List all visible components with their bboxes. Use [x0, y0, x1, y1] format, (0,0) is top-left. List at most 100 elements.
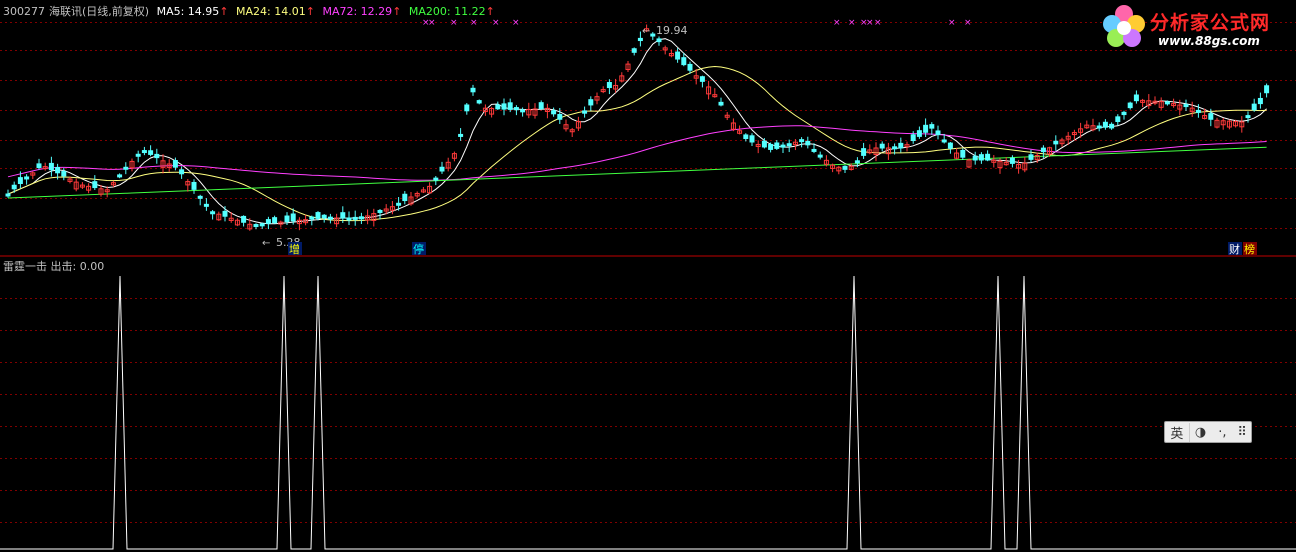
candle-body [551, 110, 557, 115]
candle-body [631, 48, 637, 53]
candle-body [148, 150, 154, 155]
candle-body [916, 130, 922, 137]
candle-body [1127, 102, 1133, 109]
candle-body [1195, 109, 1201, 113]
candle-body [786, 143, 792, 147]
ime-toolbar[interactable]: 英 ◑ ·, ⠿ [1164, 421, 1252, 443]
candle-body [817, 154, 823, 158]
stock-chart[interactable]: ××××××××××××× 19.94 5.28 ← ← 增 停 财 榜 [0, 0, 1296, 552]
candle-body [898, 142, 904, 149]
low-arrow: ← [262, 238, 270, 249]
candle-body [172, 160, 178, 168]
candlesticks[interactable] [5, 24, 1270, 231]
candle-body [972, 155, 978, 161]
candle-body [1009, 157, 1015, 164]
indicator-value: 出击: 0.00 [50, 260, 105, 273]
candle-body [1053, 140, 1059, 145]
candle-body [117, 174, 123, 178]
candle-body [606, 82, 612, 89]
candle-body [1208, 113, 1214, 120]
candle-body [402, 193, 408, 202]
candle-body [935, 130, 941, 136]
candle-body [377, 209, 383, 213]
candle-body [253, 224, 259, 228]
ma200-line [7, 146, 1267, 199]
cross-mark: × [492, 18, 500, 28]
candle-body [197, 195, 203, 199]
cross-mark: × [874, 18, 882, 28]
candle-body [191, 181, 197, 190]
ma24-value: MA24: 14.01↑ [236, 5, 315, 18]
candle-body [358, 216, 364, 220]
candle-body [978, 154, 984, 161]
candle-body [582, 110, 588, 114]
candle-body [743, 134, 749, 140]
marker-cai: 财 [1229, 242, 1240, 256]
ma5-value: MA5: 14.95↑ [156, 5, 229, 18]
cross-mark: × [866, 18, 874, 28]
candle-body [768, 143, 774, 150]
candle-body [656, 38, 662, 43]
candle-body [222, 210, 228, 217]
event-markers[interactable]: 增 停 财 榜 [288, 242, 1257, 256]
candle-body [1183, 104, 1189, 108]
candle-body [36, 163, 42, 169]
punctuation-icon[interactable]: ·, [1211, 425, 1233, 440]
ma5-line [7, 38, 1267, 225]
candle-body [92, 181, 98, 189]
moving-average-lines [7, 38, 1267, 225]
candle-body [439, 166, 445, 172]
candle-body [501, 103, 507, 110]
candle-body [941, 139, 947, 143]
candle-body [811, 148, 817, 152]
candle-body [309, 216, 315, 220]
candle-body [985, 153, 991, 161]
signal-spikes [0, 275, 1296, 550]
indicator-name: 雷霆一击 [3, 260, 47, 273]
candle-body [495, 104, 501, 110]
candle-body [1109, 123, 1115, 129]
candle-body [1251, 103, 1257, 111]
candle-body [241, 215, 247, 223]
candle-body [947, 142, 953, 149]
stock-name: 海联讯(日线,前复权) [49, 5, 150, 18]
candle-body [55, 166, 61, 174]
high-price-label: 19.94 [656, 24, 688, 37]
candle-body [154, 153, 160, 159]
candle-body [1028, 154, 1034, 160]
ime-language-toggle[interactable]: 英 [1165, 422, 1190, 442]
ma72-line [7, 125, 1267, 181]
candle-body [141, 150, 147, 154]
candle-body [687, 63, 693, 71]
candle-body [48, 162, 54, 171]
candle-body [1257, 97, 1263, 105]
candle-body [321, 214, 327, 219]
candle-body [123, 166, 129, 170]
candle-body [879, 143, 885, 149]
candle-body [11, 184, 17, 190]
keyboard-icon[interactable]: ⠿ [1233, 425, 1251, 440]
site-logo[interactable]: 分析家公式网 www.88gs.com [1098, 2, 1294, 52]
candle-body [520, 109, 526, 113]
candle-body [960, 149, 966, 158]
cross-mark: × [948, 18, 956, 28]
moon-icon[interactable]: ◑ [1190, 425, 1212, 440]
candle-body [17, 177, 23, 185]
candle-body [861, 148, 867, 156]
marker-zeng: 增 [289, 242, 300, 256]
candle-body [327, 216, 333, 220]
candle-body [557, 113, 563, 120]
candle-body [1102, 121, 1108, 128]
candle-body [842, 165, 848, 170]
candle-body [284, 215, 290, 222]
candle-body [1115, 116, 1121, 123]
flower-icon [1103, 5, 1145, 47]
ma200-value: MA200: 11.22↑ [408, 5, 495, 18]
candle-body [538, 102, 544, 109]
cross-mark: × [848, 18, 856, 28]
candle-body [892, 146, 898, 150]
candle-body [1164, 101, 1170, 105]
cross-mark: × [470, 18, 478, 28]
grid-lines [0, 22, 1296, 523]
ma72-value: MA72: 12.29↑ [322, 5, 402, 18]
